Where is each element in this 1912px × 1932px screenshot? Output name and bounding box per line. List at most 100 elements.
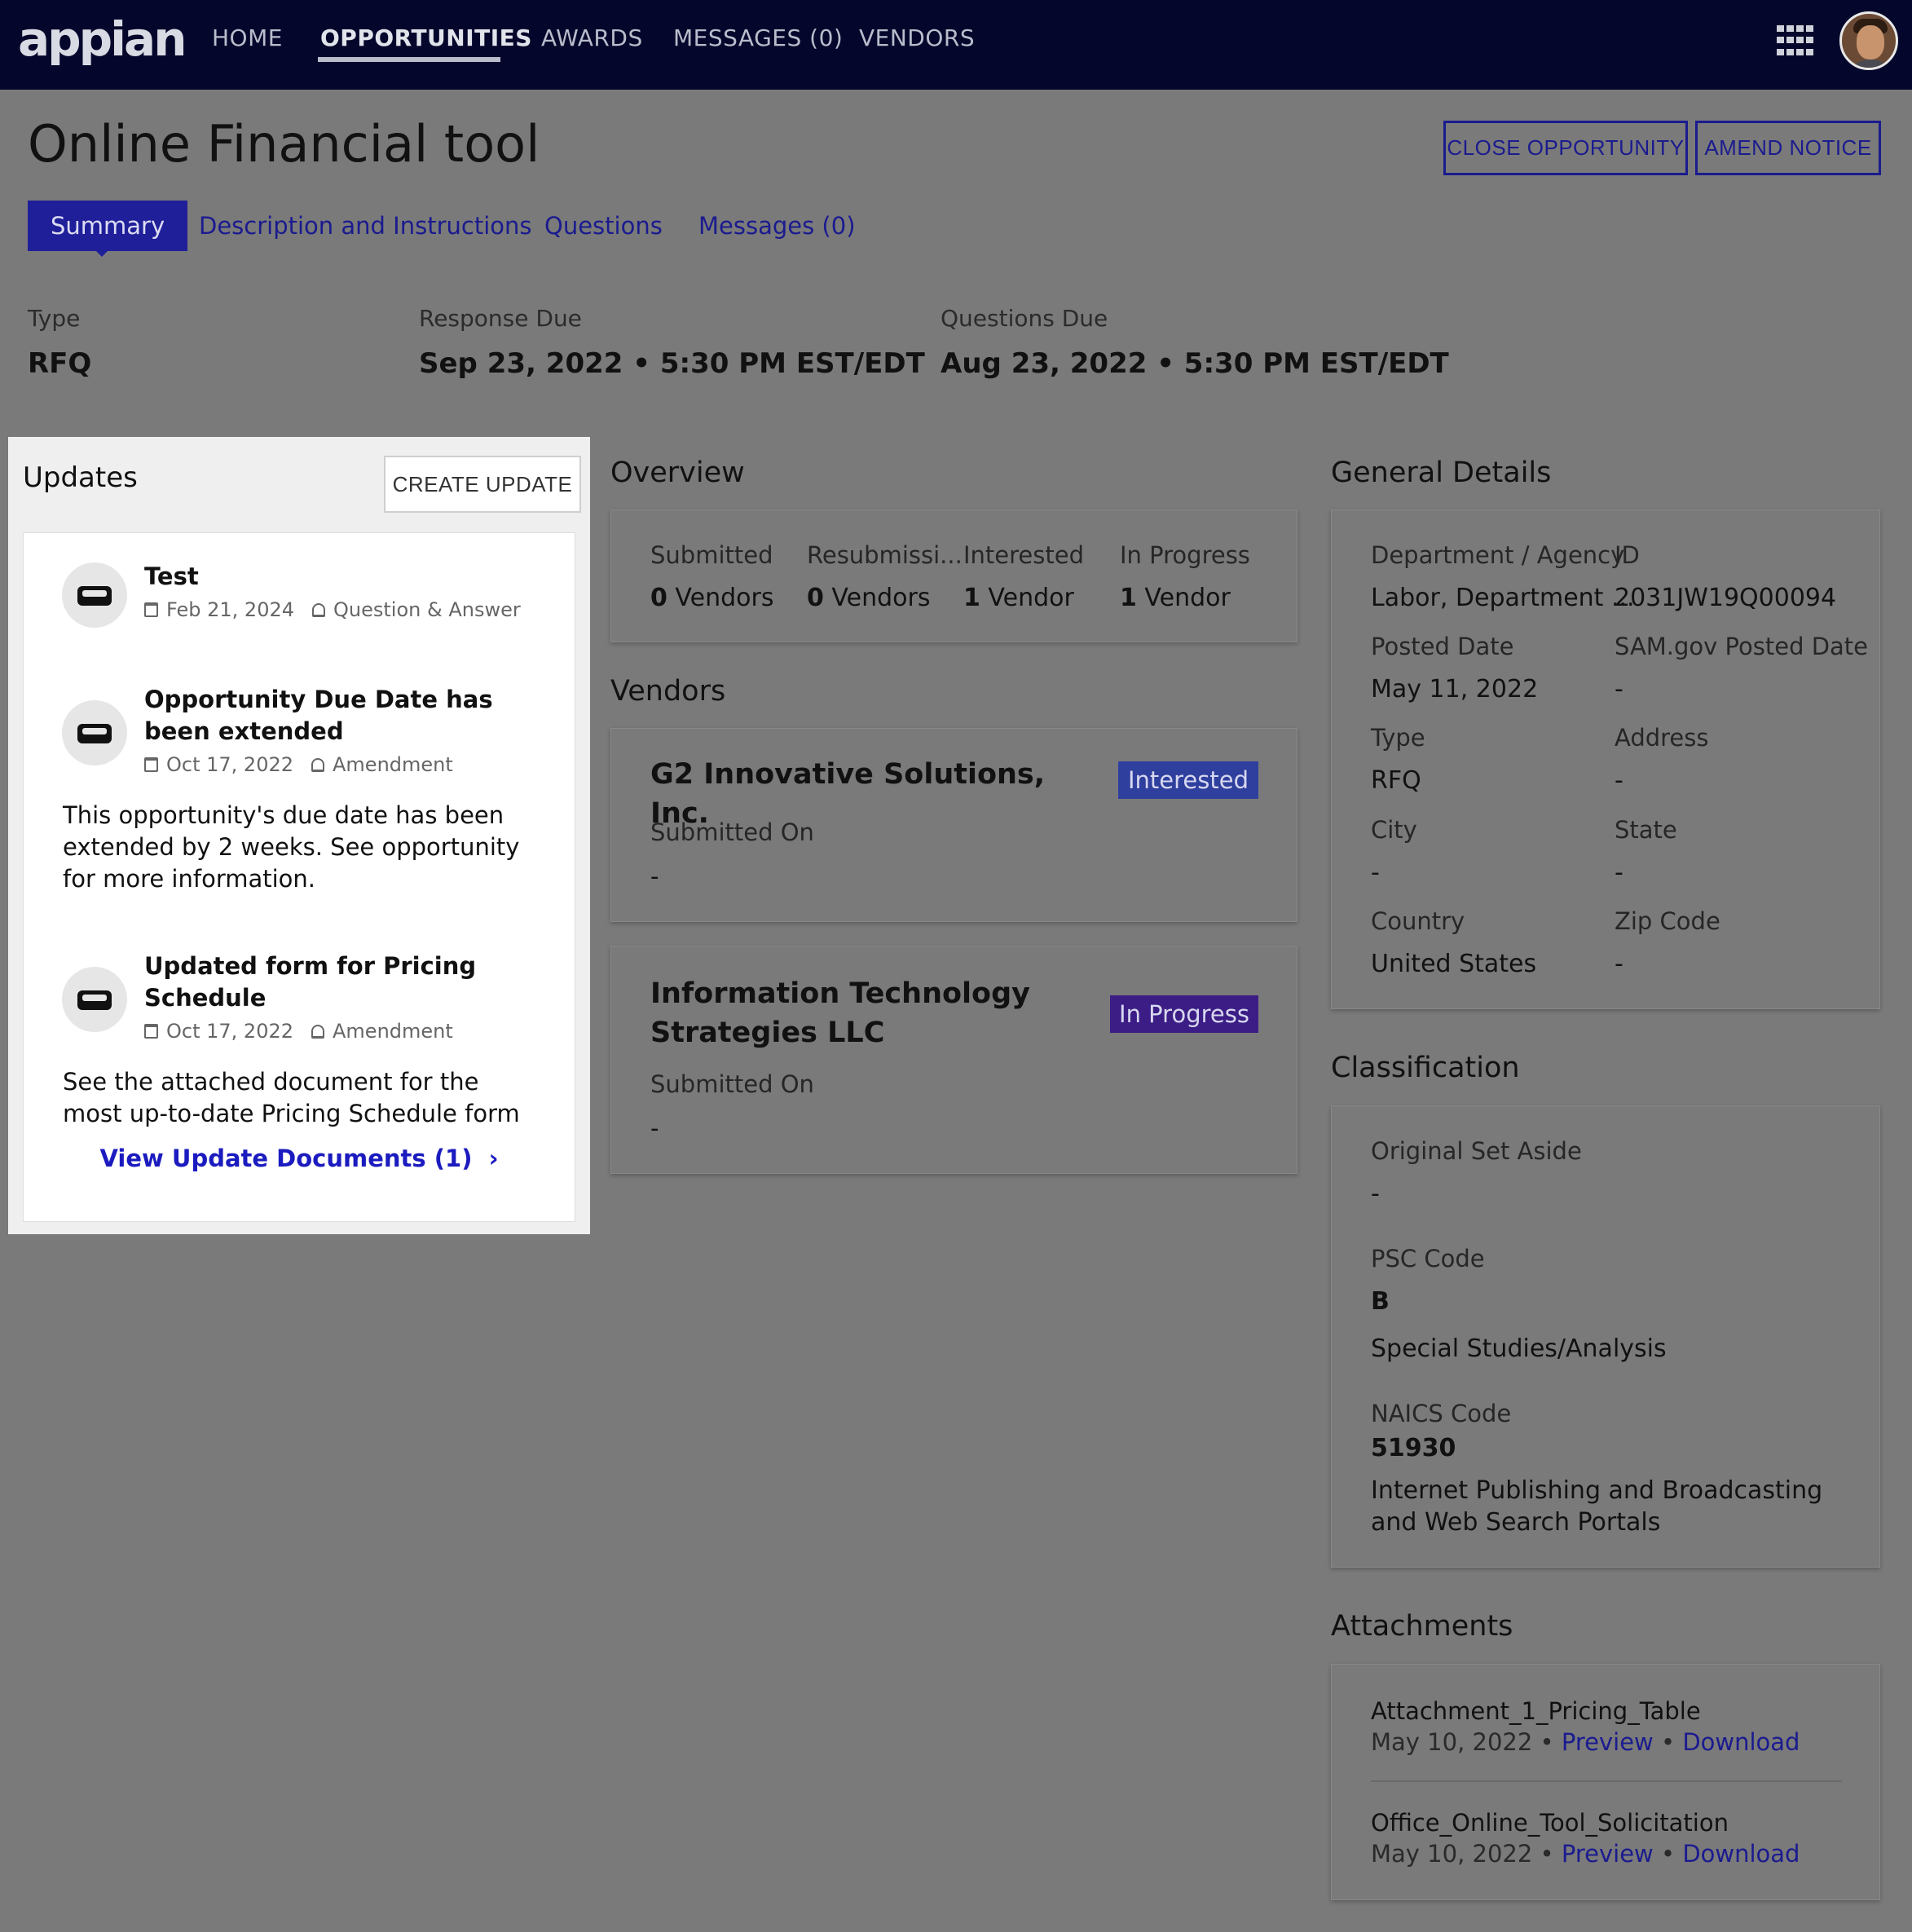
update-meta: Oct 17, 2022 Amendment [144,753,453,776]
status-badge: In Progress [1110,995,1258,1033]
naics-code-value: 51930 [1371,1434,1456,1462]
general-details-card: Department / Agency Labor, Department ..… [1331,509,1880,1009]
attachment-date: May 10, 2022 [1371,1728,1533,1756]
id-label: ID [1615,541,1640,569]
nav-home[interactable]: HOME [212,24,283,51]
overview-stat-label: Resubmissi... [807,541,963,569]
attachments-card: Attachment_1_Pricing_Table May 10, 2022 … [1331,1664,1880,1900]
update-body: See the attached document for the most u… [63,1068,520,1127]
posted-date-label: Posted Date [1371,633,1514,660]
nav-messages[interactable]: MESSAGES (0) [673,24,843,51]
naics-code-description: Internet Publishing and Broadcasting and… [1371,1476,1823,1537]
submitted-on-label: Submitted On [650,1070,814,1098]
overview-stat-value: 1 Vendor [963,584,1074,612]
separator-dot: • [1660,1840,1676,1868]
bell-icon [311,1024,324,1039]
overview-heading: Overview [610,457,745,489]
country-value: United States [1371,950,1537,978]
overview-stat-label: Submitted [650,541,773,569]
department-agency-label: Department / Agency [1371,541,1625,569]
attachment-date: May 10, 2022 [1371,1840,1533,1868]
classification-heading: Classification [1331,1052,1520,1084]
nav-opportunities[interactable]: OPPORTUNITIES [320,24,532,51]
calendar-icon [144,1024,158,1039]
zip-code-value: - [1615,950,1623,978]
response-due-label: Response Due [419,305,582,332]
naics-code-label: NAICS Code [1371,1400,1512,1427]
active-tab-caret [95,249,109,257]
attachments-heading: Attachments [1331,1610,1513,1643]
update-title[interactable]: Test [144,561,552,593]
overview-card: Submitted 0 Vendors Resubmissi... 0 Vend… [610,509,1297,642]
response-due-value: Sep 23, 2022 • 5:30 PM EST/EDT [419,347,925,380]
create-update-button[interactable]: CREATE UPDATE [384,456,581,513]
country-label: Country [1371,907,1465,935]
app-grid-icon[interactable] [1777,25,1814,58]
zip-code-label: Zip Code [1615,907,1720,935]
type-value: RFQ [1371,766,1421,795]
status-badge: Interested [1118,761,1258,799]
updates-title: Updates [23,461,138,494]
attachment-divider [1371,1780,1842,1782]
submitted-on-label: Submitted On [650,818,814,846]
preview-link[interactable]: Preview [1562,1840,1654,1868]
separator-dot: • [1540,1728,1554,1756]
tab-description-and-instructions[interactable]: Description and Instructions [199,201,531,251]
submitted-on-value: - [650,862,659,890]
updates-panel: Updates CREATE UPDATE Test Feb 21, 2024 … [8,437,590,1234]
psc-code-description: Special Studies/Analysis [1371,1334,1667,1363]
update-category: Amendment [333,753,453,776]
attachment-name: Attachment_1_Pricing_Table [1371,1697,1701,1725]
chevron-right-icon: › [488,1145,499,1172]
classification-card: Original Set Aside - PSC Code B Special … [1331,1105,1880,1568]
download-link[interactable]: Download [1682,1728,1800,1756]
update-body: This opportunity's due date has been ext… [63,801,520,893]
vendor-card[interactable]: Information Technology Strategies LLC In… [610,946,1297,1174]
nav-awards[interactable]: AWARDS [541,24,643,51]
update-category: Amendment [333,1020,453,1043]
top-navigation-bar: appian HOME OPPORTUNITIES AWARDS MESSAGE… [0,0,1912,90]
tab-summary[interactable]: Summary [28,201,188,251]
attachment-name: Office_Online_Tool_Solicitation [1371,1809,1729,1837]
update-category: Question & Answer [333,598,521,621]
close-opportunity-button[interactable]: CLOSE OPPORTUNITY [1443,121,1688,175]
download-link[interactable]: Download [1682,1840,1800,1868]
state-value: - [1615,858,1623,887]
city-value: - [1371,858,1380,887]
address-label: Address [1615,724,1709,752]
id-value: 2031JW19Q00094 [1615,584,1837,612]
update-meta: Oct 17, 2022 Amendment [144,1020,453,1043]
updates-card: Test Feb 21, 2024 Question & Answer Oppo… [23,532,575,1222]
update-date: Oct 17, 2022 [166,1020,293,1043]
user-avatar[interactable] [1839,11,1898,70]
inbox-tray-icon [62,700,127,765]
amend-notice-button[interactable]: AMEND NOTICE [1695,121,1881,175]
set-aside-value: - [1371,1180,1380,1208]
overview-stat-label: Interested [963,541,1085,569]
vendor-name[interactable]: Information Technology Strategies LLC [650,974,1074,1052]
bell-icon [311,757,324,772]
update-title[interactable]: Opportunity Due Date has been extended [144,684,552,748]
inbox-tray-icon [62,562,127,628]
page-title: Online Financial tool [28,114,540,174]
general-details-heading: General Details [1331,457,1552,489]
update-meta: Feb 21, 2024 Question & Answer [144,598,521,621]
update-date: Feb 21, 2024 [166,598,294,621]
view-update-documents-link[interactable]: View Update Documents (1) › [24,1145,575,1172]
overview-stat-value: 0 Vendors [650,584,774,612]
preview-link[interactable]: Preview [1562,1728,1654,1756]
nav-active-underline [318,57,500,62]
questions-due-label: Questions Due [941,305,1108,332]
type-label: Type [1371,724,1425,752]
update-date: Oct 17, 2022 [166,753,293,776]
update-title[interactable]: Updated form for Pricing Schedule [144,951,552,1014]
address-value: - [1615,766,1623,795]
tab-questions[interactable]: Questions [544,201,663,251]
nav-vendors[interactable]: VENDORS [859,24,975,51]
vendor-card[interactable]: G2 Innovative Solutions, Inc. Interested… [610,728,1297,922]
appian-logo[interactable]: appian [18,11,187,67]
sam-posted-date-value: - [1615,675,1623,704]
tab-messages[interactable]: Messages (0) [698,201,856,251]
sam-posted-date-label: SAM.gov Posted Date [1615,633,1869,660]
psc-code-value: B [1371,1287,1390,1316]
